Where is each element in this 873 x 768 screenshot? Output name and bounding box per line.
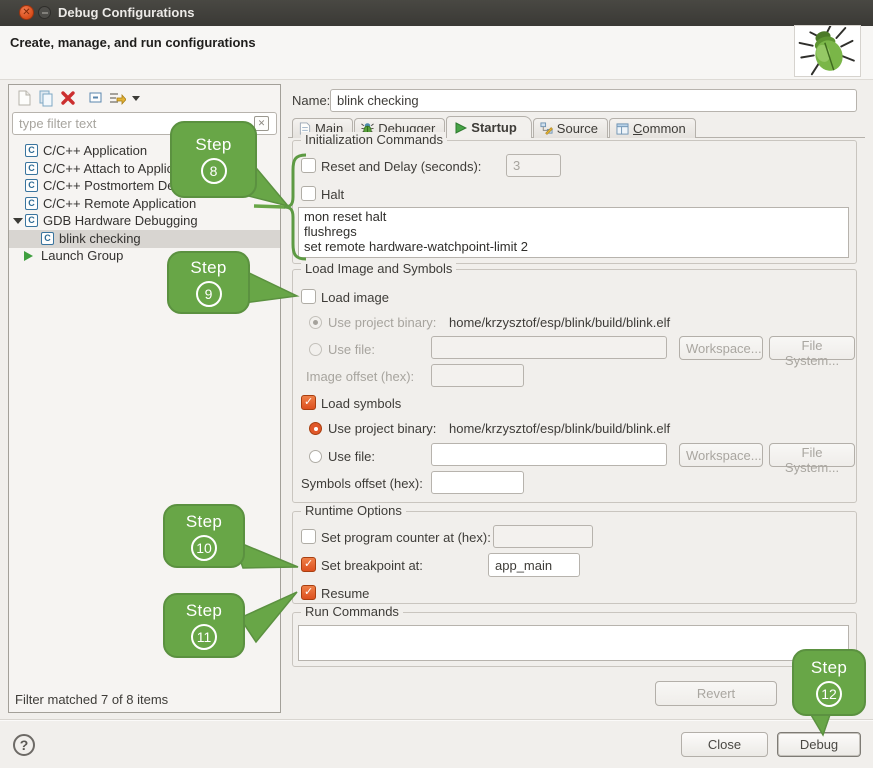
group-title: Initialization Commands bbox=[301, 132, 447, 147]
halt-label: Halt bbox=[321, 187, 344, 202]
filter-status: Filter matched 7 of 8 items bbox=[15, 692, 168, 707]
load-image-label: Load image bbox=[321, 290, 389, 305]
symbols-offset-input[interactable] bbox=[431, 471, 524, 494]
beetle-logo bbox=[794, 25, 861, 77]
expander-icon[interactable] bbox=[13, 218, 23, 224]
callout-step-10: Step 10 bbox=[163, 504, 245, 568]
tree-item-blink-checking[interactable]: C blink checking bbox=[9, 230, 280, 248]
image-binary-path: home/krzysztof/esp/blink/build/blink.elf bbox=[449, 315, 670, 330]
callout-step-9: Step 9 bbox=[167, 251, 250, 314]
set-pc-label: Set program counter at (hex): bbox=[321, 530, 491, 545]
image-offset-input[interactable] bbox=[431, 364, 524, 387]
c-application-icon: C bbox=[25, 144, 38, 157]
image-offset-label: Image offset (hex): bbox=[306, 369, 414, 384]
name-input[interactable] bbox=[330, 89, 857, 112]
c-application-icon: C bbox=[25, 197, 38, 210]
symbols-workspace-button[interactable]: Workspace... bbox=[679, 443, 763, 467]
c-application-icon: C bbox=[25, 214, 38, 227]
image-use-file-radio[interactable] bbox=[309, 343, 322, 356]
revert-button[interactable]: Revert bbox=[655, 681, 777, 706]
startup-play-icon bbox=[455, 122, 467, 134]
name-label: Name: bbox=[292, 93, 330, 108]
use-file-label: Use file: bbox=[328, 449, 375, 464]
close-button[interactable]: Close bbox=[681, 732, 768, 757]
step-number: 11 bbox=[191, 624, 217, 650]
group-title: Run Commands bbox=[301, 604, 403, 619]
titlebar: ✕ Debug Configurations bbox=[0, 0, 873, 26]
clear-filter-icon[interactable]: ✕ bbox=[254, 116, 269, 131]
halt-checkbox[interactable] bbox=[301, 186, 316, 201]
debug-button[interactable]: Debug bbox=[777, 732, 861, 757]
tree-item-gdb-hardware[interactable]: C GDB Hardware Debugging bbox=[9, 212, 280, 230]
tab-source[interactable]: Source bbox=[533, 118, 608, 138]
delete-icon[interactable] bbox=[59, 89, 77, 107]
set-breakpoint-label: Set breakpoint at: bbox=[321, 558, 423, 573]
launch-group-icon bbox=[24, 251, 33, 261]
step-number: 12 bbox=[816, 681, 842, 707]
load-symbols-label: Load symbols bbox=[321, 396, 401, 411]
debug-configurations-dialog: ✕ Debug Configurations Create, manage, a… bbox=[0, 0, 873, 768]
window-title: Debug Configurations bbox=[58, 0, 195, 26]
help-icon[interactable]: ? bbox=[13, 734, 35, 756]
group-load-image-symbols: Load Image and Symbols Load image Use pr… bbox=[292, 269, 857, 503]
beetle-icon bbox=[795, 26, 860, 76]
resume-checkbox[interactable] bbox=[301, 585, 316, 600]
callout-step-12: Step 12 bbox=[792, 649, 866, 716]
duplicate-icon[interactable] bbox=[37, 89, 55, 107]
use-project-binary-label: Use project binary: bbox=[328, 315, 436, 330]
reset-delay-label: Reset and Delay (seconds): bbox=[321, 159, 481, 174]
footer-divider-highlight bbox=[0, 720, 873, 721]
reset-delay-checkbox[interactable] bbox=[301, 158, 316, 173]
resume-label: Resume bbox=[321, 586, 369, 601]
new-configuration-icon[interactable] bbox=[15, 89, 33, 107]
c-application-icon: C bbox=[25, 162, 38, 175]
group-initialization-commands: Initialization Commands Reset and Delay … bbox=[292, 140, 857, 264]
image-use-project-binary-radio[interactable] bbox=[309, 316, 322, 329]
common-icon bbox=[616, 123, 629, 135]
step-number: 9 bbox=[196, 281, 222, 307]
dialog-subtitle: Create, manage, and run configurations bbox=[10, 35, 256, 50]
set-pc-input[interactable] bbox=[493, 525, 593, 548]
symbols-use-file-radio[interactable] bbox=[309, 450, 322, 463]
group-run-commands: Run Commands bbox=[292, 612, 857, 667]
step-number: 10 bbox=[191, 535, 217, 561]
c-application-icon: C bbox=[41, 232, 54, 245]
symbols-offset-label: Symbols offset (hex): bbox=[301, 476, 423, 491]
use-project-binary-label: Use project binary: bbox=[328, 421, 436, 436]
init-commands-textarea[interactable]: mon reset halt flushregs set remote hard… bbox=[298, 207, 849, 258]
callout-step-8: Step 8 bbox=[170, 121, 257, 198]
tab-startup[interactable]: Startup bbox=[446, 116, 532, 138]
filter-launch-icon[interactable] bbox=[108, 89, 126, 107]
group-title: Load Image and Symbols bbox=[301, 261, 456, 276]
close-icon[interactable]: ✕ bbox=[19, 5, 34, 20]
dialog-header: Create, manage, and run configurations bbox=[0, 26, 873, 80]
load-image-checkbox[interactable] bbox=[301, 289, 316, 304]
callout-step-11: Step 11 bbox=[163, 593, 245, 658]
breakpoint-input[interactable] bbox=[488, 553, 580, 577]
tab-common[interactable]: Common bbox=[609, 118, 696, 138]
symbols-use-project-binary-radio[interactable] bbox=[309, 422, 322, 435]
use-file-label: Use file: bbox=[328, 342, 375, 357]
load-symbols-checkbox[interactable] bbox=[301, 395, 316, 410]
group-title: Runtime Options bbox=[301, 503, 406, 518]
image-file-input[interactable] bbox=[431, 336, 667, 359]
set-pc-checkbox[interactable] bbox=[301, 529, 316, 544]
symbols-binary-path: home/krzysztof/esp/blink/build/blink.elf bbox=[449, 421, 670, 436]
set-breakpoint-checkbox[interactable] bbox=[301, 557, 316, 572]
group-runtime-options: Runtime Options Set program counter at (… bbox=[292, 511, 857, 604]
collapse-all-icon[interactable] bbox=[87, 89, 105, 107]
reset-delay-input[interactable] bbox=[506, 154, 561, 177]
dropdown-arrow-icon[interactable] bbox=[132, 96, 140, 101]
step-number: 8 bbox=[201, 158, 227, 184]
image-file-system-button[interactable]: File System... bbox=[769, 336, 855, 360]
minimize-icon[interactable] bbox=[38, 6, 51, 19]
symbols-file-system-button[interactable]: File System... bbox=[769, 443, 855, 467]
source-icon bbox=[540, 122, 553, 135]
image-workspace-button[interactable]: Workspace... bbox=[679, 336, 763, 360]
c-application-icon: C bbox=[25, 179, 38, 192]
run-commands-textarea[interactable] bbox=[298, 625, 849, 661]
symbols-file-input[interactable] bbox=[431, 443, 667, 466]
